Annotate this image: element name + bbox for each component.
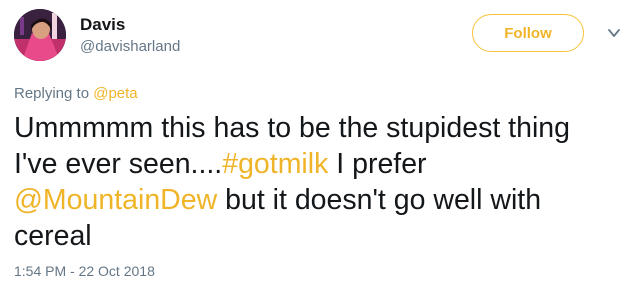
tweet-line: @MountainDew but it doesn't go well with [14, 182, 619, 218]
display-name[interactable]: Davis [80, 15, 125, 35]
replying-to-label: Replying to [14, 85, 94, 102]
replying-to-line: Replying to @peta [14, 85, 138, 102]
tweet-line: cereal [14, 220, 92, 252]
tweet-text-segment: but it doesn't go well with [217, 184, 542, 216]
tweet-text: Ummmmm this has to be the stupidest thin… [14, 110, 619, 254]
mention-link[interactable]: @MountainDew [14, 184, 217, 216]
avatar[interactable] [14, 9, 66, 61]
avatar-image [14, 9, 66, 61]
tweet-text-segment: I prefer [328, 148, 427, 180]
tweet-card: Davis @davisharland Follow Replying to @… [0, 0, 634, 291]
user-handle[interactable]: @davisharland [80, 38, 180, 55]
chevron-down-icon[interactable] [607, 26, 621, 40]
hashtag-link[interactable]: #gotmilk [222, 148, 328, 180]
tweet-line: I've ever seen....#gotmilk I prefer [14, 146, 619, 182]
follow-button[interactable]: Follow [472, 14, 584, 52]
tweet-text-segment: I've ever seen.... [14, 148, 223, 180]
reply-mention-link[interactable]: @peta [93, 85, 137, 102]
tweet-timestamp[interactable]: 1:54 PM - 22 Oct 2018 [14, 263, 155, 279]
tweet-line: Ummmmm this has to be the stupidest thin… [14, 112, 570, 144]
